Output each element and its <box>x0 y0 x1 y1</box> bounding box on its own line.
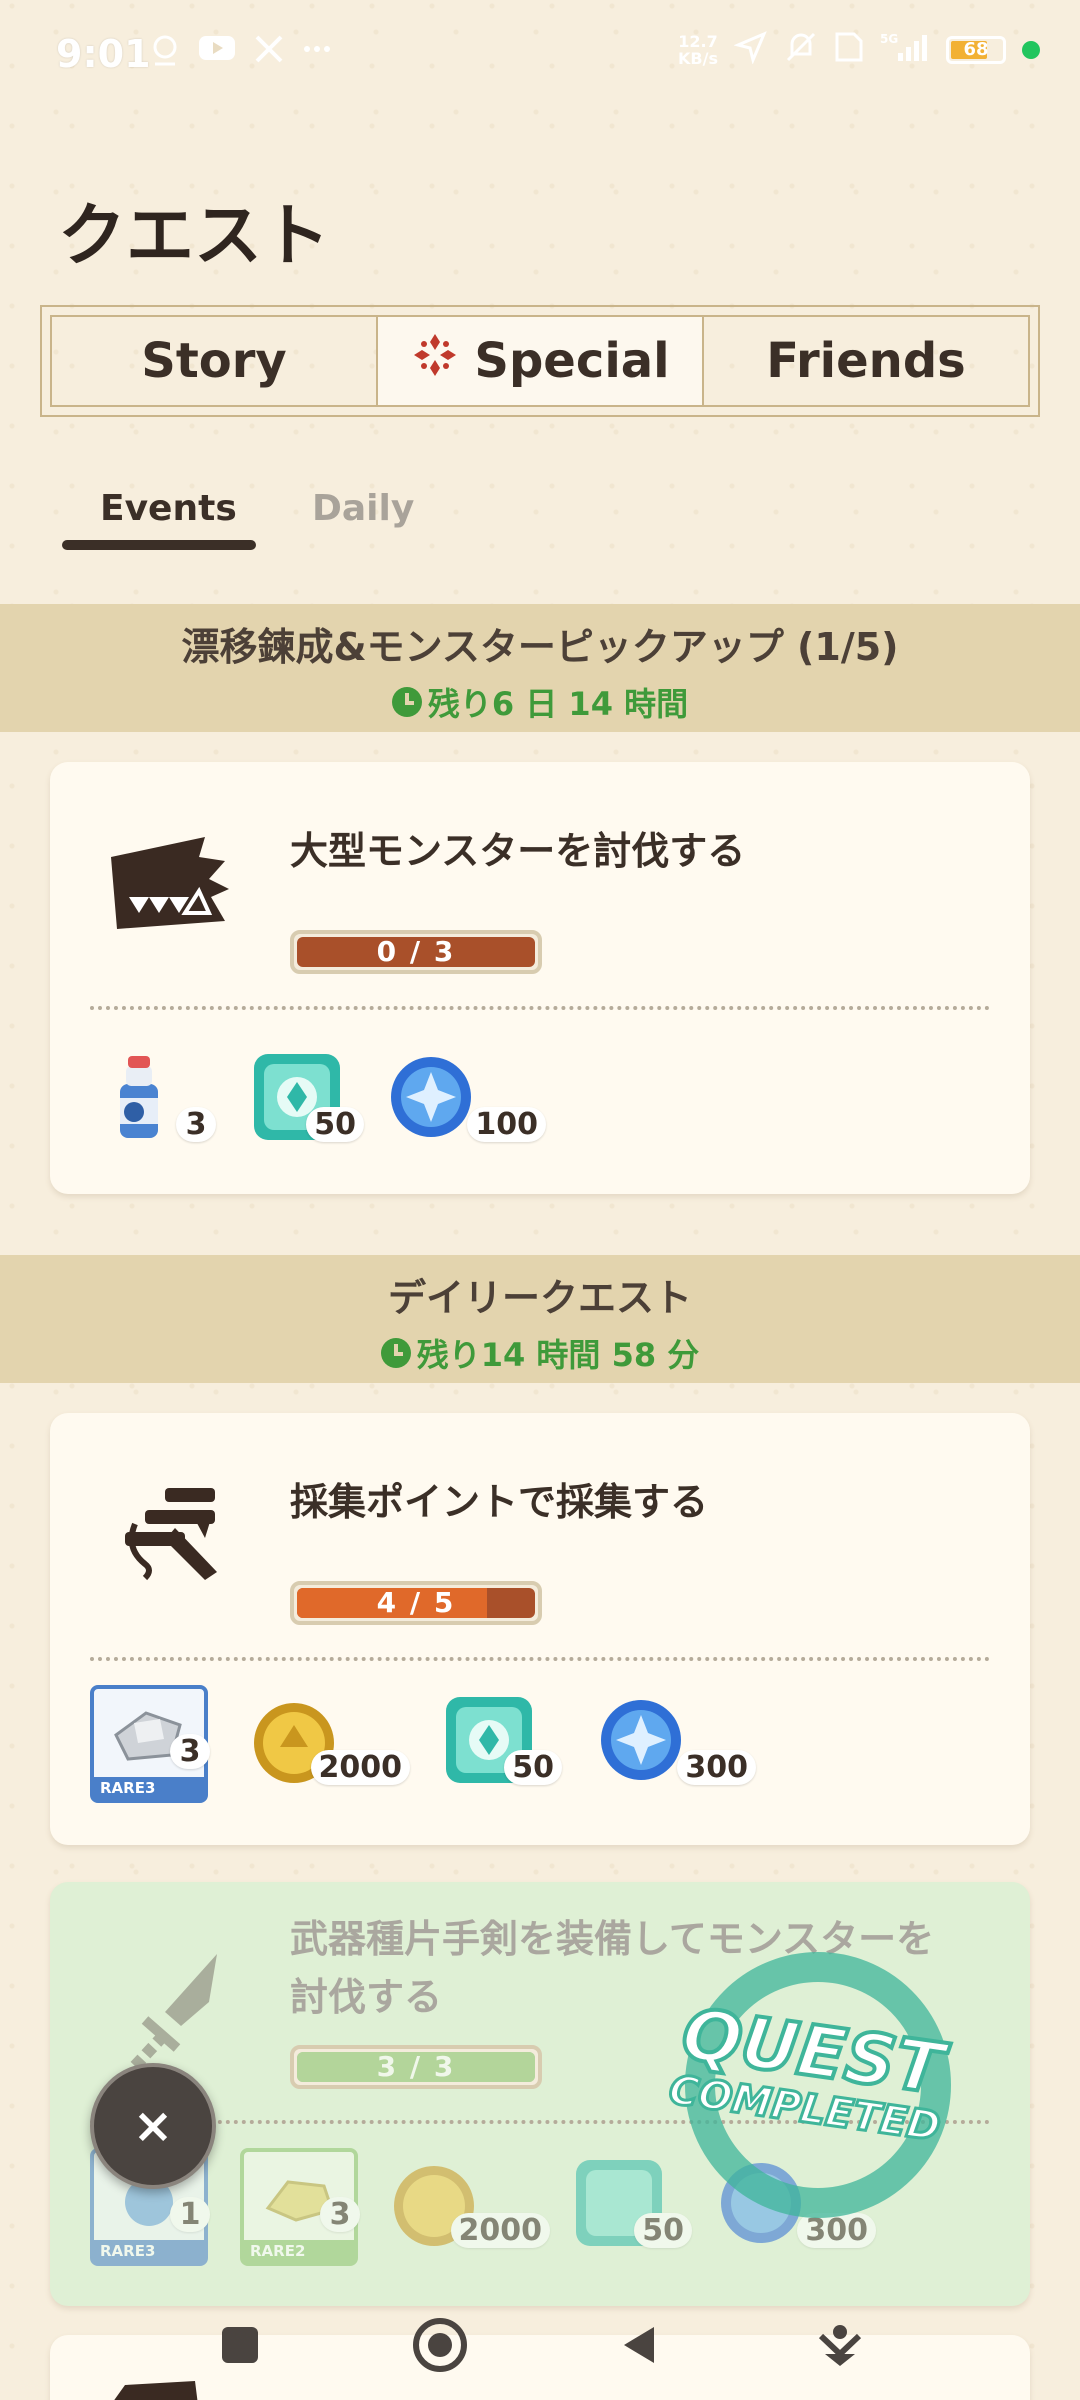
reward-count: 50 <box>504 1750 562 1785</box>
rarity-label: RARE3 <box>94 1777 204 1799</box>
divider <box>90 1006 990 1010</box>
tab-friends-label: Friends <box>766 333 966 389</box>
tab-special[interactable]: Special <box>376 317 704 405</box>
reward-count: 100 <box>467 1107 546 1142</box>
privacy-indicator-dot <box>1022 41 1040 59</box>
cat-app-icon <box>150 34 180 74</box>
status-notification-icons <box>150 34 332 74</box>
clock-icon <box>380 1338 411 1368</box>
status-bar: 9:01 12.7 KB/s 5G 68 <box>0 0 1080 110</box>
reward-count: 1 <box>170 2197 210 2232</box>
quest-progress-bar: 4 / 5 <box>290 1581 542 1625</box>
reward-count: 300 <box>677 1750 756 1785</box>
reward-count: 2000 <box>310 1750 410 1785</box>
monster-jaw-icon <box>105 817 235 947</box>
reward-count: 3 <box>176 1107 216 1142</box>
reward-count: 2000 <box>450 2213 550 2248</box>
section-time-left: 残り14 時間 58 分 <box>416 1336 700 1374</box>
reward-item[interactable]: 2000 <box>390 2148 550 2258</box>
recents-button[interactable] <box>195 2300 285 2390</box>
network-speed: 12.7 KB/s <box>678 33 718 67</box>
quest-title: 大型モンスターを討伐する <box>290 829 746 873</box>
network-speed-unit: KB/s <box>678 49 718 68</box>
quest-completed-stamp: QUEST COMPLETED <box>618 1950 998 2220</box>
divider <box>90 1657 990 1661</box>
rarity-label: RARE2 <box>244 2240 354 2262</box>
section-header-daily: デイリークエスト 残り14 時間 58 分 <box>0 1255 1080 1383</box>
tab-special-label: Special <box>474 333 670 389</box>
reward-item[interactable]: RARE2 3 <box>240 2148 360 2266</box>
potion-icon <box>90 1056 200 1156</box>
battery-indicator: 68 <box>946 36 1006 64</box>
quest-card[interactable]: 大型モンスターを討伐する 0 / 3 3 50 100 <box>50 762 1030 1194</box>
reward-item[interactable]: 3 <box>90 1042 216 1152</box>
reward-list: RARE3 3 2000 50 300 <box>90 1685 756 1803</box>
reward-item[interactable]: 300 <box>596 1685 756 1795</box>
clock-icon <box>391 687 422 717</box>
page-title: クエスト <box>58 197 331 276</box>
reward-item[interactable]: 50 <box>436 1685 562 1795</box>
quest-progress-bar: 3 / 3 <box>290 2045 542 2089</box>
youtube-icon <box>198 34 236 74</box>
signal-5g-icon: 5G <box>880 31 930 69</box>
reward-count: 50 <box>306 1107 364 1142</box>
location-arrow-icon <box>733 30 768 70</box>
subtab-active-indicator <box>62 540 256 550</box>
battery-level: 68 <box>963 39 989 60</box>
quest-card[interactable]: 採集ポイントで採集する 4 / 5 RARE3 3 2000 50 300 <box>50 1413 1030 1845</box>
close-button[interactable]: × <box>90 2063 216 2189</box>
section-title: 漂移鍊成&モンスターピックアップ (1/5) <box>181 625 899 669</box>
assistant-button[interactable] <box>795 2300 885 2390</box>
section-timer: 残り6 日 14 時間 <box>0 679 1080 725</box>
section-header-event: 漂移鍊成&モンスターピックアップ (1/5) 残り6 日 14 時間 <box>0 604 1080 732</box>
quest-progress-bar: 0 / 3 <box>290 930 542 974</box>
network-speed-value: 12.7 <box>678 32 718 51</box>
tab-story-label: Story <box>141 333 287 389</box>
subtab-events[interactable]: Events <box>100 488 237 529</box>
more-icon <box>302 34 332 74</box>
progress-text: 3 / 3 <box>376 2052 456 2082</box>
reward-item[interactable]: 100 <box>386 1042 546 1152</box>
status-time: 9:01 <box>56 32 151 76</box>
home-button[interactable] <box>395 2300 485 2390</box>
gathering-icon <box>105 1468 235 1598</box>
reward-item[interactable]: 2000 <box>250 1685 410 1795</box>
subtab-daily[interactable]: Daily <box>312 488 414 529</box>
progress-text: 0 / 3 <box>376 937 456 967</box>
reward-item[interactable]: 50 <box>238 1042 364 1152</box>
section-timer: 残り14 時間 58 分 <box>0 1330 1080 1376</box>
quest-title: 採集ポイントで採集する <box>290 1480 709 1524</box>
reward-count: 3 <box>170 1734 210 1769</box>
svg-text:5G: 5G <box>880 32 898 46</box>
progress-text: 4 / 5 <box>376 1588 456 1618</box>
system-nav-bar <box>0 2290 1080 2400</box>
special-emblem-icon <box>410 330 460 392</box>
tab-friends[interactable]: Friends <box>704 317 1028 405</box>
reward-count: 3 <box>320 2197 360 2232</box>
sim-card-icon <box>834 31 864 69</box>
mute-icon <box>784 30 818 70</box>
back-button[interactable] <box>595 2300 685 2390</box>
tab-story[interactable]: Story <box>52 317 376 405</box>
status-right-icons: 12.7 KB/s 5G 68 <box>678 30 1040 70</box>
section-title: デイリークエスト <box>387 1276 692 1320</box>
sword-icon <box>105 1942 235 2072</box>
category-tabs: Story Special Friends <box>40 305 1040 417</box>
reward-list: 3 50 100 <box>90 1042 546 1152</box>
section-time-left: 残り6 日 14 時間 <box>427 685 689 723</box>
x-app-icon <box>254 34 284 74</box>
rarity-label: RARE3 <box>94 2240 204 2262</box>
reward-item[interactable]: RARE3 3 <box>90 1685 210 1803</box>
